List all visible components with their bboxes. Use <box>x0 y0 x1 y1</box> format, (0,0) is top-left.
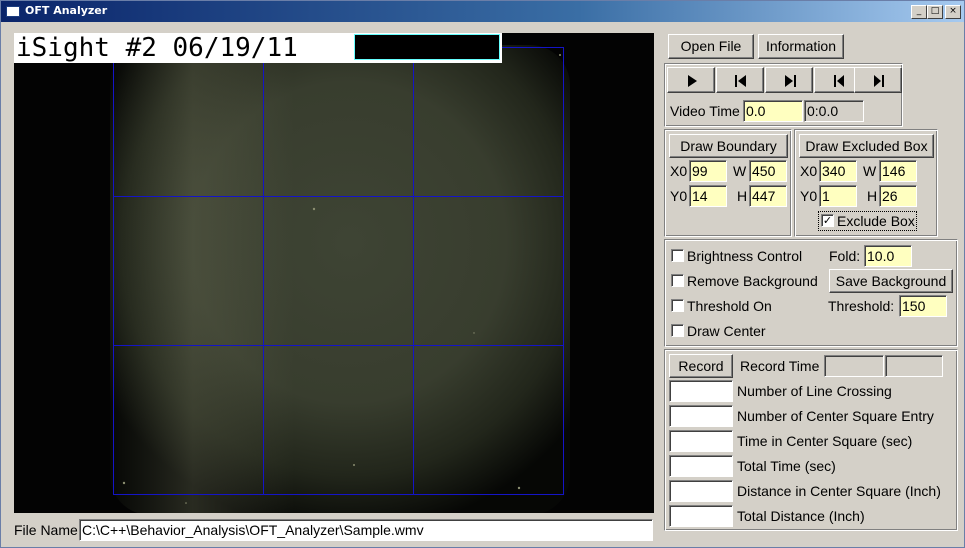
exclude-box-label: Exclude Box <box>837 213 915 229</box>
app-icon <box>6 6 20 17</box>
boundary-h-label: H <box>737 188 748 204</box>
excluded-w-field[interactable]: 146 <box>879 160 917 182</box>
draw-boundary-button[interactable]: Draw Boundary <box>669 134 788 158</box>
fold-label: Fold: <box>829 248 861 264</box>
title-bar[interactable]: OFT Analyzer _ □ × <box>1 1 964 22</box>
total-distance-field[interactable] <box>669 505 733 527</box>
skip-end-icon <box>874 75 884 87</box>
line-crossing-label: Number of Line Crossing <box>737 383 892 399</box>
threshold-on-checkbox[interactable] <box>671 299 684 312</box>
step-back-button[interactable] <box>716 67 764 93</box>
excluded-x0-field[interactable]: 340 <box>819 160 857 182</box>
threshold-field[interactable]: 150 <box>899 295 947 317</box>
file-name-label: File Name <box>14 522 78 538</box>
center-time-field[interactable] <box>669 430 733 452</box>
boundary-w-label: W <box>733 163 747 179</box>
excluded-h-field[interactable]: 26 <box>879 185 917 207</box>
app-window: OFT Analyzer _ □ × iSight #2 06/19/11 Fi… <box>0 0 965 548</box>
total-time-field[interactable] <box>669 455 733 477</box>
record-time-field-a <box>824 355 884 377</box>
video-display[interactable]: iSight #2 06/19/11 <box>14 33 654 513</box>
window-title: OFT Analyzer <box>25 4 108 17</box>
save-background-button[interactable]: Save Background <box>829 269 953 293</box>
close-button[interactable]: × <box>945 5 961 19</box>
draw-center-label: Draw Center <box>687 323 766 339</box>
open-file-button[interactable]: Open File <box>668 34 754 59</box>
excluded-y0-field[interactable]: 1 <box>819 185 857 207</box>
video-time-clock-field: 0:0.0 <box>804 100 864 122</box>
boundary-h-field[interactable]: 447 <box>749 185 787 207</box>
threshold-label: Threshold: <box>828 298 895 314</box>
play-icon <box>688 75 697 87</box>
boundary-y0-field[interactable]: 14 <box>689 185 727 207</box>
brightness-control-checkbox[interactable] <box>671 249 684 262</box>
check-icon: ✓ <box>822 214 833 227</box>
excluded-h-label: H <box>867 188 878 204</box>
excluded-x0-label: X0 <box>800 163 818 179</box>
center-distance-field[interactable] <box>669 480 733 502</box>
video-time-field[interactable]: 0.0 <box>743 100 803 122</box>
fold-field[interactable]: 10.0 <box>864 245 912 267</box>
close-icon: × <box>949 6 957 16</box>
minimize-icon: _ <box>916 6 922 16</box>
record-button[interactable]: Record <box>669 354 733 378</box>
step-forward-icon <box>785 75 796 87</box>
minimize-button[interactable]: _ <box>911 5 927 19</box>
record-time-field-b <box>885 355 943 377</box>
total-time-label: Total Time (sec) <box>737 458 836 474</box>
boundary-w-field[interactable]: 450 <box>749 160 787 182</box>
maximize-button[interactable]: □ <box>927 5 943 19</box>
center-distance-label: Distance in Center Square (Inch) <box>737 483 941 499</box>
video-time-label: Video Time <box>670 103 740 119</box>
brightness-control-label: Brightness Control <box>687 248 803 264</box>
total-distance-label: Total Distance (Inch) <box>737 508 865 524</box>
exclude-box-checkbox[interactable]: ✓ <box>821 214 834 227</box>
line-crossing-field[interactable] <box>669 380 733 402</box>
skip-end-button[interactable] <box>854 67 902 93</box>
maximize-icon: □ <box>930 6 940 16</box>
remove-background-label: Remove Background <box>687 273 818 289</box>
boundary-x0-label: X0 <box>670 163 688 179</box>
step-forward-button[interactable] <box>765 67 813 93</box>
draw-excluded-box-button[interactable]: Draw Excluded Box <box>799 134 934 158</box>
play-button[interactable] <box>667 67 715 93</box>
excluded-y0-label: Y0 <box>800 188 818 204</box>
video-frame <box>14 33 654 513</box>
center-entry-label: Number of Center Square Entry <box>737 408 934 424</box>
record-time-label: Record Time <box>740 358 820 374</box>
remove-background-checkbox[interactable] <box>671 274 684 287</box>
boundary-x0-field[interactable]: 99 <box>689 160 727 182</box>
file-path-field[interactable]: C:\C++\Behavior_Analysis\OFT_Analyzer\Sa… <box>79 519 653 541</box>
excluded-w-label: W <box>863 163 877 179</box>
information-button[interactable]: Information <box>758 34 844 59</box>
draw-center-checkbox[interactable] <box>671 324 684 337</box>
excluded-box-region <box>354 34 500 60</box>
skip-start-icon <box>834 75 844 87</box>
threshold-on-label: Threshold On <box>687 298 772 314</box>
center-time-label: Time in Center Square (sec) <box>737 433 913 449</box>
step-back-icon <box>735 75 746 87</box>
center-entry-field[interactable] <box>669 405 733 427</box>
boundary-y0-label: Y0 <box>670 188 688 204</box>
